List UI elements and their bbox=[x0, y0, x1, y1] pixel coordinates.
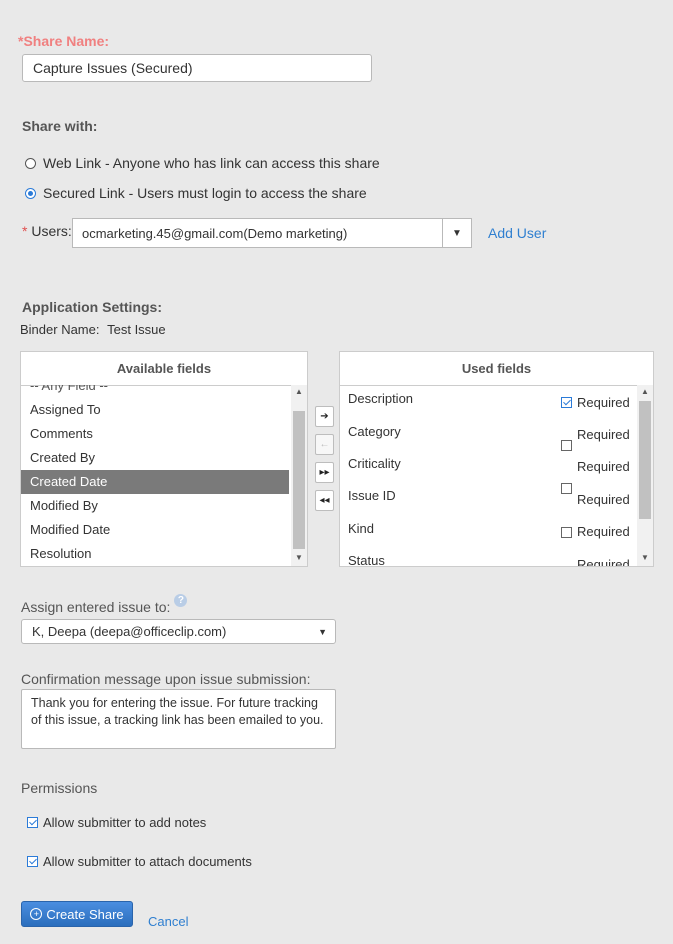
used-field-name: Status bbox=[348, 553, 385, 566]
required-checkbox[interactable] bbox=[561, 483, 572, 494]
confirmation-label: Confirmation message upon issue submissi… bbox=[21, 671, 311, 687]
list-item[interactable]: Modified By bbox=[21, 494, 289, 518]
used-fields-panel: Used fields Description Required Categor… bbox=[339, 351, 654, 567]
allow-attach-label: Allow submitter to attach documents bbox=[43, 854, 252, 869]
scroll-up-icon[interactable]: ▲ bbox=[637, 385, 653, 399]
allow-attach-option[interactable]: Allow submitter to attach documents bbox=[27, 854, 252, 869]
plus-circle-icon: + bbox=[30, 908, 43, 920]
users-select-value: ocmarketing.45@gmail.com(Demo marketing) bbox=[82, 225, 348, 241]
used-field-name: Category bbox=[348, 424, 401, 439]
used-field-name: Description bbox=[348, 391, 414, 406]
used-fields-title: Used fields bbox=[340, 352, 653, 386]
assign-label-group: Assign entered issue to: ? bbox=[21, 594, 188, 615]
move-all-right-button[interactable]: ▸▸ bbox=[315, 462, 334, 483]
secured-link-label: Secured Link - Users must login to acces… bbox=[43, 185, 367, 201]
web-link-option[interactable]: Web Link - Anyone who has link can acces… bbox=[25, 155, 380, 171]
allow-notes-checkbox[interactable] bbox=[27, 817, 38, 828]
scroll-down-icon[interactable]: ▼ bbox=[291, 551, 307, 565]
create-share-button[interactable]: + Create Share bbox=[21, 901, 133, 927]
cancel-link[interactable]: Cancel bbox=[148, 914, 188, 929]
used-scrollbar[interactable]: ▲ ▼ bbox=[637, 385, 653, 566]
list-item[interactable]: Created By bbox=[21, 446, 289, 470]
move-all-left-button[interactable]: ◂◂ bbox=[315, 490, 334, 511]
allow-attach-checkbox[interactable] bbox=[27, 856, 38, 867]
list-item[interactable]: Assigned To bbox=[21, 398, 289, 422]
permissions-title: Permissions bbox=[21, 780, 98, 796]
create-share-label: Create Share bbox=[46, 906, 124, 922]
available-fields-title: Available fields bbox=[21, 352, 307, 386]
scroll-down-icon[interactable]: ▼ bbox=[637, 551, 653, 565]
list-item[interactable]: Resolution bbox=[21, 542, 289, 566]
available-fields-panel: Available fields -- Any Field -- Assigne… bbox=[20, 351, 308, 567]
available-scrollbar[interactable]: ▲ ▼ bbox=[291, 385, 307, 566]
used-fields-list[interactable]: Description Required Category Required C… bbox=[340, 385, 653, 566]
scroll-thumb[interactable] bbox=[639, 401, 651, 519]
list-item[interactable]: Comments bbox=[21, 422, 289, 446]
assign-select-value: K, Deepa (deepa@officeclip.com) bbox=[32, 624, 227, 639]
binder-name: Binder Name: Test Issue bbox=[20, 322, 166, 337]
required-label: Required bbox=[577, 492, 630, 507]
help-icon[interactable]: ? bbox=[174, 594, 188, 607]
web-link-label: Web Link - Anyone who has link can acces… bbox=[43, 155, 380, 171]
users-select[interactable]: ocmarketing.45@gmail.com(Demo marketing)… bbox=[72, 218, 472, 248]
required-checkbox[interactable] bbox=[561, 527, 572, 538]
used-field-name: Issue ID bbox=[348, 488, 396, 503]
share-name-label: *Share Name: bbox=[18, 33, 110, 49]
required-label: Required bbox=[577, 427, 630, 442]
chevron-down-icon[interactable]: ▼ bbox=[442, 219, 471, 247]
required-label: Required bbox=[577, 395, 630, 410]
scroll-up-icon[interactable]: ▲ bbox=[291, 385, 307, 399]
required-label: Required bbox=[577, 524, 630, 539]
used-field-name: Criticality bbox=[348, 456, 401, 471]
list-item[interactable]: Modified Date bbox=[21, 518, 289, 542]
allow-notes-option[interactable]: Allow submitter to add notes bbox=[27, 815, 206, 830]
secured-link-option[interactable]: Secured Link - Users must login to acces… bbox=[25, 185, 367, 201]
assign-label: Assign entered issue to: bbox=[21, 599, 171, 615]
required-mark: * bbox=[22, 223, 28, 239]
share-name-input[interactable]: Capture Issues (Secured) bbox=[22, 54, 372, 82]
secured-link-radio[interactable] bbox=[25, 187, 36, 199]
list-item[interactable]: -- Any Field -- bbox=[21, 385, 289, 398]
required-label: Required bbox=[577, 557, 630, 566]
required-checkbox[interactable] bbox=[561, 440, 572, 451]
move-right-button[interactable]: ➔ bbox=[315, 406, 334, 427]
binder-name-value: Test Issue bbox=[107, 322, 166, 337]
assign-select[interactable]: K, Deepa (deepa@officeclip.com) ▼ bbox=[21, 619, 336, 644]
add-user-link[interactable]: Add User bbox=[488, 225, 546, 241]
app-settings-title: Application Settings: bbox=[22, 299, 162, 315]
binder-name-label: Binder Name: bbox=[20, 322, 100, 337]
used-field-name: Kind bbox=[348, 521, 375, 536]
move-left-button[interactable]: ← bbox=[315, 434, 334, 455]
required-label: Required bbox=[577, 459, 630, 474]
share-with-title: Share with: bbox=[22, 118, 98, 134]
scroll-thumb[interactable] bbox=[293, 411, 305, 549]
available-fields-list[interactable]: -- Any Field -- Assigned To Comments Cre… bbox=[21, 385, 307, 566]
users-label-group: * Users: bbox=[22, 223, 72, 239]
required-checkbox[interactable] bbox=[561, 397, 572, 408]
list-item-selected[interactable]: Created Date bbox=[21, 470, 289, 494]
users-label: Users: bbox=[31, 223, 72, 239]
confirmation-textarea[interactable]: Thank you for entering the issue. For fu… bbox=[21, 689, 336, 749]
web-link-radio[interactable] bbox=[25, 157, 36, 169]
chevron-down-icon: ▼ bbox=[318, 626, 327, 637]
allow-notes-label: Allow submitter to add notes bbox=[43, 815, 207, 830]
